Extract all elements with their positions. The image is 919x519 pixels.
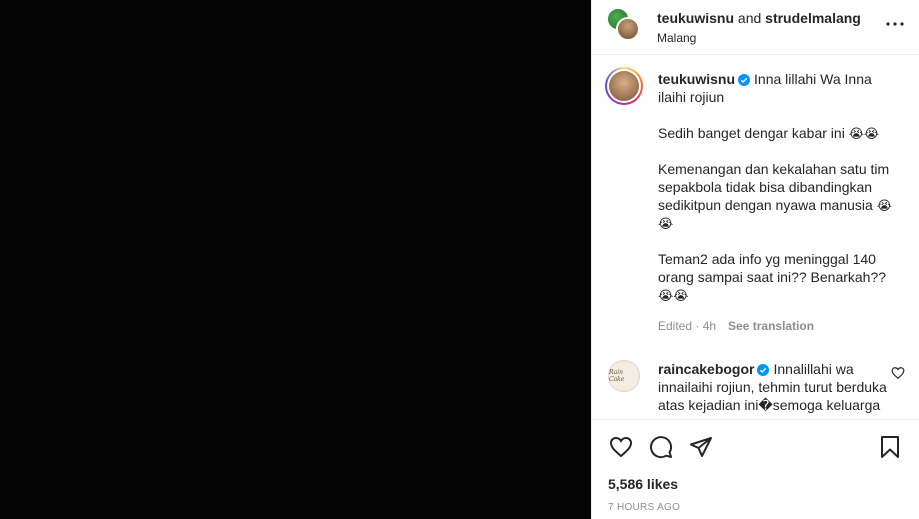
crying-emoji-icon: 😭 [876, 198, 892, 213]
see-translation-button[interactable]: See translation [728, 317, 814, 335]
post-window: teukuwisnu and strudelmalang Malang teuk… [0, 0, 919, 519]
avatar [607, 69, 641, 103]
caption-avatar[interactable] [605, 67, 643, 105]
caption-body: teukuwisnu Inna lillahi Wa Inna ilaihi ro… [658, 70, 898, 335]
caption: teukuwisnu Inna lillahi Wa Inna ilaihi ro… [605, 67, 903, 335]
crying-emoji-icon: 😭 [673, 288, 689, 303]
heart-icon[interactable] [608, 434, 634, 460]
comment-username[interactable]: raincakebogor [658, 361, 754, 377]
header-user1-link[interactable]: teukuwisnu [657, 10, 734, 26]
header-user2-link[interactable]: strudelmalang [765, 10, 861, 26]
comment-item: Rain Cake raincakebogor Innalillahi wa in… [608, 360, 905, 418]
action-icons [608, 434, 903, 460]
edited-timestamp: Edited · 4h [658, 319, 717, 333]
comment-avatar[interactable]: Rain Cake [608, 360, 640, 392]
avatar-teukuwisnu [616, 17, 640, 41]
caption-line3: Kemenangan dan kekalahan satu tim sepakb… [658, 161, 890, 213]
crying-emoji-icon: 😭 [658, 216, 674, 231]
crying-emoji-icon: 😭 [863, 126, 880, 141]
comment-icon[interactable] [648, 434, 674, 460]
likes-count[interactable]: 5,586 likes [608, 476, 903, 492]
comments-section[interactable]: teukuwisnu Inna lillahi Wa Inna ilaihi ro… [592, 56, 919, 418]
header-and: and [737, 10, 762, 26]
comment-like-heart-icon[interactable] [891, 366, 905, 380]
post-media[interactable] [0, 0, 591, 519]
collab-avatar[interactable] [606, 7, 640, 43]
send-icon[interactable] [688, 434, 714, 460]
crying-emoji-icon: 😭 [848, 126, 864, 141]
caption-meta: Edited · 4h See translation [658, 317, 898, 335]
verified-icon [738, 74, 751, 86]
location-link[interactable]: Malang [657, 31, 861, 45]
post-actions: 5,586 likes 7 HOURS AGO [592, 419, 919, 513]
caption-line2: Sedih banget dengar kabar ini [658, 125, 845, 141]
comment-avatar-logo: Rain Cake [609, 369, 625, 383]
more-horizontal-icon[interactable] [885, 14, 905, 34]
bookmark-icon[interactable] [877, 434, 903, 460]
post-side-panel: teukuwisnu and strudelmalang Malang teuk… [591, 0, 919, 519]
crying-emoji-icon: 😭 [658, 288, 674, 303]
verified-icon [757, 364, 770, 376]
header-usernames: teukuwisnu and strudelmalang [657, 9, 861, 27]
post-header: teukuwisnu and strudelmalang Malang [592, 0, 919, 55]
header-text: teukuwisnu and strudelmalang Malang [657, 9, 861, 45]
caption-username[interactable]: teukuwisnu [658, 71, 735, 87]
caption-line4: Teman2 ada info yg meninggal 140 orang s… [658, 251, 887, 285]
comment-body: raincakebogor Innalillahi wa innailaihi r… [658, 360, 898, 418]
post-timestamp: 7 HOURS AGO [608, 502, 681, 513]
